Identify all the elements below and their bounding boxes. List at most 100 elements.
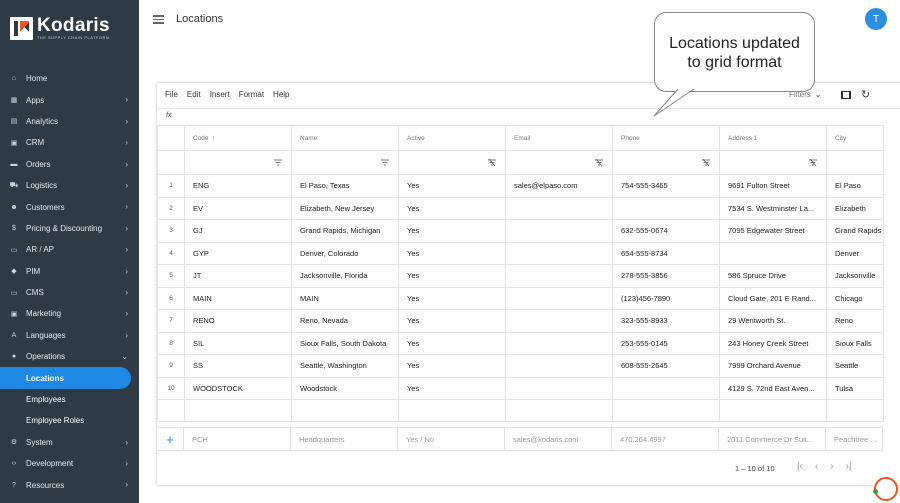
cell-address[interactable]: 7999 Orchard Avenue bbox=[719, 354, 827, 378]
cell-name[interactable]: Jacksonville, Florida bbox=[291, 264, 399, 288]
menu-help[interactable]: Help bbox=[273, 90, 289, 99]
first-page-icon[interactable]: |‹ bbox=[797, 461, 803, 472]
cell-active[interactable]: Yes bbox=[398, 331, 506, 355]
cell-address[interactable]: 7095 Edgewater Street bbox=[719, 219, 827, 243]
new-row-template[interactable]: + PCH Headquarters Yes / No sales@kodaris.co… bbox=[157, 427, 883, 451]
new-row-placeholder-active[interactable]: Yes / No bbox=[398, 428, 505, 450]
cell-city[interactable]: Denver bbox=[826, 241, 884, 265]
cell-city[interactable]: Jacksonville bbox=[826, 264, 884, 288]
table-row[interactable]: 7 RENO Reno, Nevada Yes 323-555-8933 29 Wentw… bbox=[157, 309, 884, 333]
cell-address[interactable]: 243 Honey Creek Street bbox=[719, 331, 827, 355]
sidebar-item-marketing[interactable]: ▣ Marketing › bbox=[0, 303, 139, 324]
sidebar-item-ar-ap[interactable]: ▭ AR / AP › bbox=[0, 239, 139, 260]
new-row-placeholder-address[interactable]: 2011 Commerce Dr Suit... bbox=[719, 428, 826, 450]
cell-email[interactable] bbox=[505, 196, 613, 220]
cell-name[interactable]: Sioux Falls, South Dakota bbox=[291, 331, 399, 355]
cell-active[interactable]: Yes bbox=[398, 241, 506, 265]
cell-phone[interactable]: 754-555-3465 bbox=[612, 174, 720, 198]
cell-city[interactable]: Reno bbox=[826, 309, 884, 333]
cell-name[interactable]: El Paso, Texas bbox=[291, 174, 399, 198]
sidebar-item-analytics[interactable]: ▤ Analytics › bbox=[0, 111, 139, 132]
table-row[interactable]: 10 WOODSTOCK Woodstock Yes 4129 S. 72nd East… bbox=[157, 376, 884, 400]
cell-code[interactable]: SS bbox=[184, 354, 292, 378]
filter-off-icon[interactable] bbox=[809, 159, 817, 166]
cell-city[interactable]: Tulsa bbox=[826, 376, 884, 400]
sidebar-item-pim[interactable]: ◆ PIM › bbox=[0, 261, 139, 282]
next-page-icon[interactable]: › bbox=[830, 461, 833, 472]
cell-city[interactable]: Elizabeth bbox=[826, 196, 884, 220]
cell-name[interactable]: Denver, Colorado bbox=[291, 241, 399, 265]
sidebar-subitem-employees[interactable]: Employees bbox=[0, 389, 139, 410]
cell-active[interactable]: Yes bbox=[398, 354, 506, 378]
cell-email[interactable] bbox=[505, 354, 613, 378]
menu-file[interactable]: File bbox=[165, 90, 178, 99]
cell-phone[interactable]: 608-555-2645 bbox=[612, 354, 720, 378]
add-row-icon[interactable]: + bbox=[157, 428, 184, 450]
table-row[interactable]: 9 SS Seattle, Washington Yes 608-555-2645 799… bbox=[157, 354, 884, 378]
prev-page-icon[interactable]: ‹ bbox=[815, 461, 818, 472]
cell-city[interactable]: El Paso bbox=[826, 174, 884, 198]
sidebar-item-development[interactable]: ‹› Development › bbox=[0, 453, 139, 474]
cell-code[interactable]: JT bbox=[184, 264, 292, 288]
cell-name[interactable]: Elizabeth, New Jersey bbox=[291, 196, 399, 220]
table-row[interactable]: 4 GYP Denver, Colorado Yes 654-555-8734 Denve… bbox=[157, 241, 884, 265]
cell-address[interactable]: 7534 S. Westminster La... bbox=[719, 196, 827, 220]
kodaris-logo[interactable]: Kodaris THE SUPPLY CHAIN PLATFORM bbox=[10, 16, 110, 40]
cell-email[interactable] bbox=[505, 241, 613, 265]
cell-address[interactable]: Cloud Gate, 201 E Rand... bbox=[719, 286, 827, 310]
cell-address[interactable]: 29 Wentworth St. bbox=[719, 309, 827, 333]
cell-city[interactable]: Chicago bbox=[826, 286, 884, 310]
table-row[interactable]: 5 JT Jacksonville, Florida Yes 278-555-3856 5… bbox=[157, 264, 884, 288]
filter-icon[interactable] bbox=[274, 159, 282, 166]
cell-city[interactable]: Grand Rapids bbox=[826, 219, 884, 243]
refresh-icon[interactable]: ↻ bbox=[861, 88, 870, 101]
user-avatar[interactable]: T bbox=[865, 8, 887, 30]
sidebar-item-operations[interactable]: ● Operations ⌄ bbox=[0, 346, 139, 367]
cell-code[interactable]: RENO bbox=[184, 309, 292, 333]
filter-off-icon[interactable] bbox=[488, 159, 496, 166]
cell-city[interactable]: Seattle bbox=[826, 354, 884, 378]
cell-active[interactable]: Yes bbox=[398, 286, 506, 310]
cell-active[interactable]: Yes bbox=[398, 376, 506, 400]
cell-code[interactable]: GJ bbox=[184, 219, 292, 243]
filter-cell-address-1[interactable] bbox=[719, 150, 827, 175]
cell-name[interactable]: MAIN bbox=[291, 286, 399, 310]
cell-email[interactable] bbox=[505, 219, 613, 243]
cell-city[interactable]: Sioux Falls bbox=[826, 331, 884, 355]
cell-code[interactable]: SIL bbox=[184, 331, 292, 355]
filter-icon[interactable] bbox=[381, 159, 389, 166]
cell-name[interactable]: Woodstock bbox=[291, 376, 399, 400]
filter-cell-name[interactable] bbox=[291, 150, 399, 175]
cell-code[interactable]: MAIN bbox=[184, 286, 292, 310]
cell-address[interactable] bbox=[719, 241, 827, 265]
column-header-address-1[interactable]: Address 1 bbox=[719, 125, 827, 151]
new-row-placeholder-city[interactable]: Peachtree City bbox=[826, 428, 883, 450]
cell-email[interactable] bbox=[505, 286, 613, 310]
menu-edit[interactable]: Edit bbox=[187, 90, 201, 99]
cell-code[interactable]: GYP bbox=[184, 241, 292, 265]
cell-phone[interactable]: 253-555-0145 bbox=[612, 331, 720, 355]
table-row[interactable]: 8 SIL Sioux Falls, South Dakota Yes 253-555-… bbox=[157, 331, 884, 355]
column-header-phone[interactable]: Phone bbox=[612, 125, 720, 151]
cell-email[interactable]: sales@elpaso.com bbox=[505, 174, 613, 198]
cell-active[interactable]: Yes bbox=[398, 264, 506, 288]
cell-address[interactable]: 4129 S. 72nd East Aven... bbox=[719, 376, 827, 400]
cell-email[interactable] bbox=[505, 309, 613, 333]
sidebar-item-system[interactable]: ⚙ System › bbox=[0, 432, 139, 453]
cell-active[interactable]: Yes bbox=[398, 219, 506, 243]
filter-cell-city[interactable] bbox=[826, 150, 884, 175]
menu-format[interactable]: Format bbox=[239, 90, 264, 99]
cell-phone[interactable]: 323-555-8933 bbox=[612, 309, 720, 333]
new-row-placeholder-code[interactable]: PCH bbox=[184, 428, 291, 450]
sidebar-item-apps[interactable]: ▦ Apps › bbox=[0, 89, 139, 110]
sidebar-item-customers[interactable]: ☻ Customers › bbox=[0, 196, 139, 217]
sidebar-item-orders[interactable]: ▬ Orders › bbox=[0, 154, 139, 175]
cell-email[interactable] bbox=[505, 331, 613, 355]
sidebar-item-crm[interactable]: ▣ CRM › bbox=[0, 132, 139, 153]
cell-phone[interactable]: 654-555-8734 bbox=[612, 241, 720, 265]
sidebar-item-pricing-discounting[interactable]: $ Pricing & Discounting › bbox=[0, 218, 139, 239]
cell-address[interactable]: 586 Spruce Drive bbox=[719, 264, 827, 288]
cell-name[interactable]: Seattle, Washington bbox=[291, 354, 399, 378]
formula-bar[interactable]: fx bbox=[157, 108, 900, 125]
hamburger-menu-icon[interactable] bbox=[153, 15, 164, 24]
